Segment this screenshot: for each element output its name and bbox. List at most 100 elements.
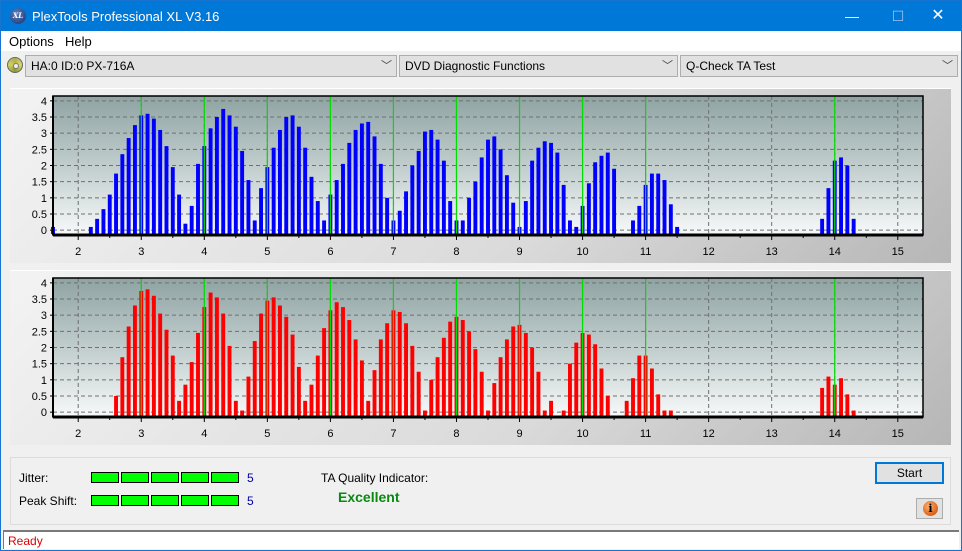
bar	[423, 131, 427, 234]
bar	[290, 115, 295, 234]
bar	[240, 150, 245, 234]
bar	[826, 188, 831, 234]
bar	[120, 154, 125, 234]
bar	[448, 321, 453, 416]
bar	[631, 220, 635, 234]
bar	[662, 410, 667, 416]
bar	[196, 332, 200, 416]
test-select-value: Q-Check TA Test	[686, 59, 776, 73]
bar	[177, 400, 182, 416]
bar	[467, 331, 472, 416]
minimize-button[interactable]: —	[829, 1, 875, 31]
bar	[259, 313, 263, 416]
y-tick-label: 3	[41, 128, 47, 140]
bar	[448, 201, 453, 234]
app-window: XL PlexTools Professional XL V3.16 — ☐ ✕…	[0, 0, 962, 551]
jitter-meter-segment	[211, 472, 239, 483]
x-tick-label: 10	[576, 428, 588, 440]
bar	[334, 302, 339, 416]
menu-help[interactable]: Help	[65, 34, 92, 49]
bar	[114, 173, 118, 234]
bar	[303, 147, 308, 234]
bar	[498, 357, 503, 416]
y-tick-label: 3	[41, 310, 47, 322]
bar	[486, 139, 490, 234]
bar	[359, 360, 364, 416]
bar	[410, 345, 415, 416]
app-logo-icon: XL	[10, 8, 26, 24]
bar	[593, 344, 598, 416]
bar	[511, 202, 516, 234]
bar	[536, 147, 541, 234]
bar	[259, 188, 263, 234]
bar	[845, 165, 850, 234]
disc-icon	[7, 57, 23, 73]
bar	[164, 329, 169, 416]
x-tick-label: 3	[138, 428, 144, 440]
bar	[114, 395, 118, 416]
bar	[221, 108, 226, 234]
bar	[158, 313, 163, 416]
x-tick-label: 2	[75, 428, 81, 440]
y-tick-label: 1	[41, 193, 47, 205]
close-button[interactable]: ✕	[915, 1, 961, 31]
bar	[467, 197, 472, 234]
x-tick-label: 4	[201, 246, 207, 258]
bar	[177, 194, 182, 234]
bar	[372, 136, 377, 234]
bar	[366, 121, 371, 234]
toolbar: HA:0 ID:0 PX-716A ﹀ DVD Diagnostic Funct…	[1, 51, 961, 81]
bar	[536, 371, 541, 416]
results-panel	[10, 457, 951, 525]
bar	[341, 307, 345, 416]
bar	[145, 289, 150, 416]
bar	[435, 357, 440, 416]
ta-quality-label: TA Quality Indicator:	[321, 471, 429, 485]
x-tick-label: 4	[201, 428, 207, 440]
x-tick-label: 9	[516, 428, 522, 440]
bar	[429, 379, 434, 416]
bar	[473, 349, 478, 416]
bar	[252, 220, 257, 234]
drive-select-value: HA:0 ID:0 PX-716A	[31, 59, 135, 73]
bar	[599, 155, 604, 234]
bar	[189, 362, 194, 416]
bar	[530, 347, 535, 416]
bar	[347, 142, 352, 234]
bar	[820, 218, 825, 234]
bar	[460, 220, 465, 234]
window-title: PlexTools Professional XL V3.16	[32, 9, 220, 24]
title-bar: XL PlexTools Professional XL V3.16 — ☐ ✕	[1, 1, 961, 31]
bar	[492, 136, 497, 234]
x-tick-label: 2	[75, 246, 81, 258]
x-tick-label: 10	[576, 246, 588, 258]
info-button[interactable]: i	[916, 498, 943, 519]
start-button[interactable]: Start	[875, 462, 944, 484]
bar	[378, 163, 383, 234]
drive-select[interactable]: HA:0 ID:0 PX-716A ﹀	[25, 55, 397, 77]
x-tick-label: 7	[390, 246, 396, 258]
x-tick-label: 3	[138, 246, 144, 258]
bar	[397, 311, 402, 416]
bar	[429, 129, 434, 234]
bar	[227, 345, 232, 416]
bar	[303, 400, 308, 416]
bar	[668, 410, 673, 416]
bar	[542, 141, 547, 234]
test-select[interactable]: Q-Check TA Test ﹀	[680, 55, 958, 77]
bar	[599, 368, 604, 416]
bar	[296, 126, 301, 234]
bar	[662, 180, 667, 234]
bar	[845, 394, 850, 416]
bar	[826, 376, 831, 416]
function-select[interactable]: DVD Diagnostic Functions ﹀	[399, 55, 678, 77]
menu-options[interactable]: Options	[9, 34, 54, 49]
x-tick-label: 5	[264, 428, 270, 440]
bar	[151, 118, 156, 234]
bar	[208, 128, 213, 234]
y-tick-label: 3.5	[32, 112, 47, 124]
bar	[460, 320, 465, 416]
bar	[378, 339, 383, 416]
bar	[208, 292, 213, 416]
bar	[479, 157, 484, 234]
